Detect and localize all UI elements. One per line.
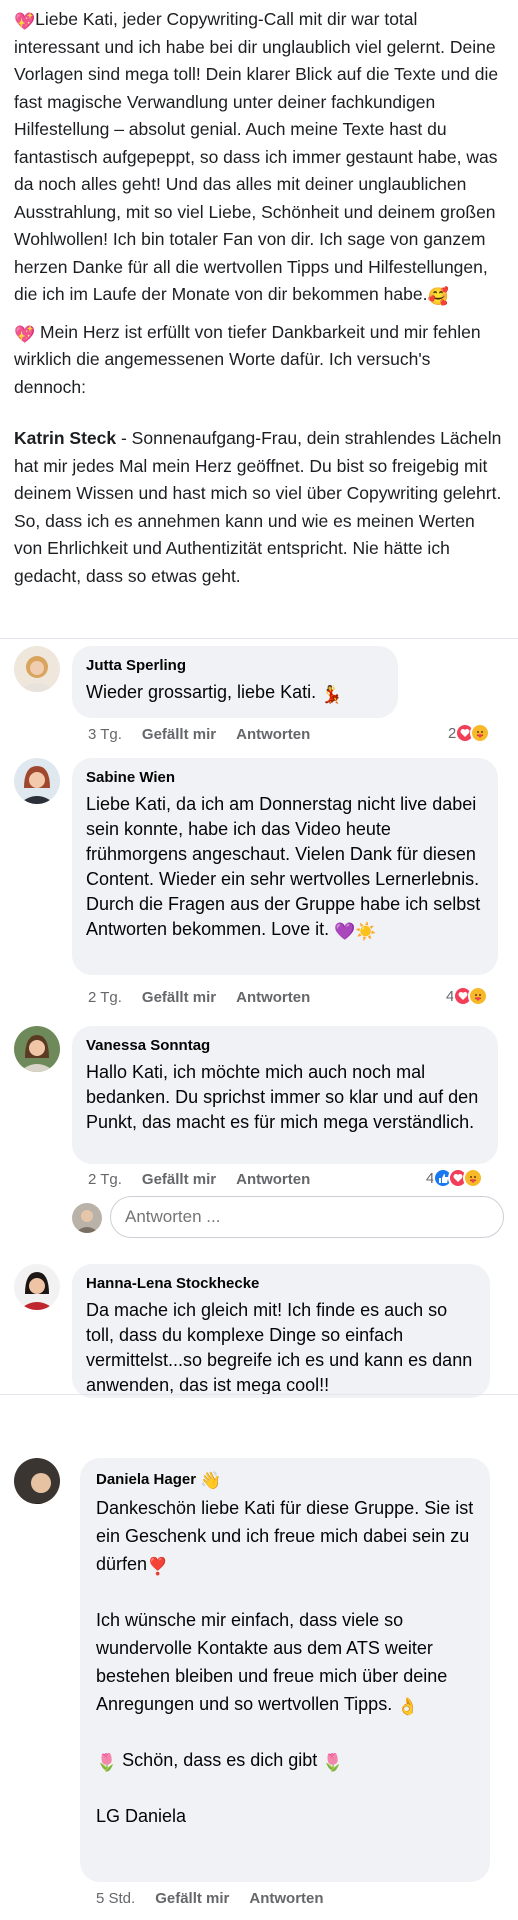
sun-icon: ☀️ — [355, 922, 377, 941]
smiling-face-with-hearts-icon: 🥰 — [427, 287, 449, 306]
comment-text: Da mache ich gleich mit! Ich finde es au… — [86, 1300, 473, 1395]
current-user-avatar — [72, 1203, 102, 1233]
reaction-summary[interactable]: 2 — [448, 723, 491, 743]
reply-button[interactable]: Antworten — [236, 989, 310, 1006]
post-body: 💖Liebe Kati, jeder Copywriting-Call mit … — [0, 0, 518, 638]
reply-button[interactable]: Antworten — [236, 726, 310, 743]
comment-author[interactable]: Jutta Sperling — [86, 656, 384, 676]
like-button[interactable]: Gefällt mir — [155, 1890, 229, 1907]
comment-bubble: Hanna-Lena Stockhecke Da mache ich gleic… — [72, 1264, 490, 1398]
avatar[interactable] — [14, 1264, 60, 1310]
reaction-summary[interactable]: 4 — [446, 986, 489, 1006]
divider — [0, 1394, 518, 1395]
reply-button[interactable]: Antworten — [236, 1171, 310, 1188]
avatar[interactable] — [14, 758, 60, 804]
like-button[interactable]: Gefällt mir — [142, 1171, 216, 1188]
comment-bubble: Vanessa Sonntag Hallo Kati, ich möchte m… — [72, 1026, 498, 1164]
reply-composer — [72, 1196, 504, 1238]
reply-input[interactable] — [110, 1196, 504, 1238]
tulip-icon: 🌷 — [322, 1753, 344, 1772]
comment-text: 🌷 Schön, dass es dich gibt 🌷 — [96, 1750, 344, 1772]
comment-meta: 2 Tg. Gefällt mir Antworten — [88, 1171, 330, 1188]
comment-meta: 3 Tg. Gefällt mir Antworten — [88, 726, 330, 743]
comment-author[interactable]: Sabine Wien — [86, 768, 484, 788]
like-button[interactable]: Gefällt mir — [142, 726, 216, 743]
reply-button[interactable]: Antworten — [249, 1890, 323, 1907]
divider — [0, 638, 518, 639]
heart-exclamation-icon: ❣️ — [147, 1557, 169, 1576]
comment-text: Wieder grossartig, liebe Kati. 💃 — [86, 682, 343, 704]
comment-bubble: Sabine Wien Liebe Kati, da ich am Donner… — [72, 758, 498, 975]
comment-bubble: Daniela Hager 👋 Dankeschön liebe Kati fü… — [80, 1458, 490, 1882]
testimonial-author: Katrin Steck — [14, 428, 117, 448]
comment-time[interactable]: 5 Std. — [96, 1890, 135, 1907]
post-paragraph-1: 💖Liebe Kati, jeder Copywriting-Call mit … — [14, 9, 499, 306]
post-testimonial: Katrin Steck - Sonnenaufgang-Frau, dein … — [14, 428, 502, 586]
care-reaction-icon — [470, 723, 491, 743]
waving-hand-icon: 👋 — [200, 1471, 222, 1490]
comment-meta: 5 Std. Gefällt mir Antworten — [96, 1890, 344, 1907]
care-reaction-icon — [468, 986, 489, 1006]
comment-signature: LG Daniela — [96, 1806, 187, 1826]
ok-hand-icon: 👌 — [397, 1697, 419, 1716]
comment-bubble: Jutta Sperling Wieder grossartig, liebe … — [72, 646, 398, 718]
comment-author[interactable]: Vanessa Sonntag — [86, 1036, 484, 1056]
dancer-icon: 💃 — [321, 685, 343, 704]
like-button[interactable]: Gefällt mir — [142, 989, 216, 1006]
avatar[interactable] — [14, 1458, 60, 1504]
comment-author[interactable]: Daniela Hager 👋 — [96, 1470, 474, 1490]
comment-time[interactable]: 2 Tg. — [88, 989, 122, 1006]
avatar[interactable] — [14, 1026, 60, 1072]
comment-text: Ich wünsche mir einfach, dass viele so w… — [96, 1610, 448, 1716]
reaction-summary[interactable]: 4 — [426, 1168, 484, 1188]
tulip-icon: 🌷 — [96, 1753, 118, 1772]
comment-text: Hallo Kati, ich möchte mich auch noch ma… — [86, 1062, 479, 1132]
post-paragraph-2: 💖 Mein Herz ist erfüllt von tiefer Dankb… — [14, 321, 481, 397]
sparkling-heart-icon: 💖 — [14, 324, 36, 344]
avatar[interactable] — [14, 646, 60, 692]
comment-meta: 2 Tg. Gefällt mir Antworten — [88, 989, 330, 1006]
sparkling-heart-icon: 💖 — [14, 12, 36, 31]
comment-time[interactable]: 3 Tg. — [88, 726, 122, 743]
comment-time[interactable]: 2 Tg. — [88, 1171, 122, 1188]
comment-author[interactable]: Hanna-Lena Stockhecke — [86, 1274, 476, 1294]
comment-text: Dankeschön liebe Kati für diese Gruppe. … — [96, 1498, 474, 1576]
purple-heart-icon: 💜 — [334, 922, 356, 941]
comment-text: Liebe Kati, da ich am Donnerstag nicht l… — [86, 794, 481, 941]
care-reaction-icon — [463, 1168, 484, 1188]
